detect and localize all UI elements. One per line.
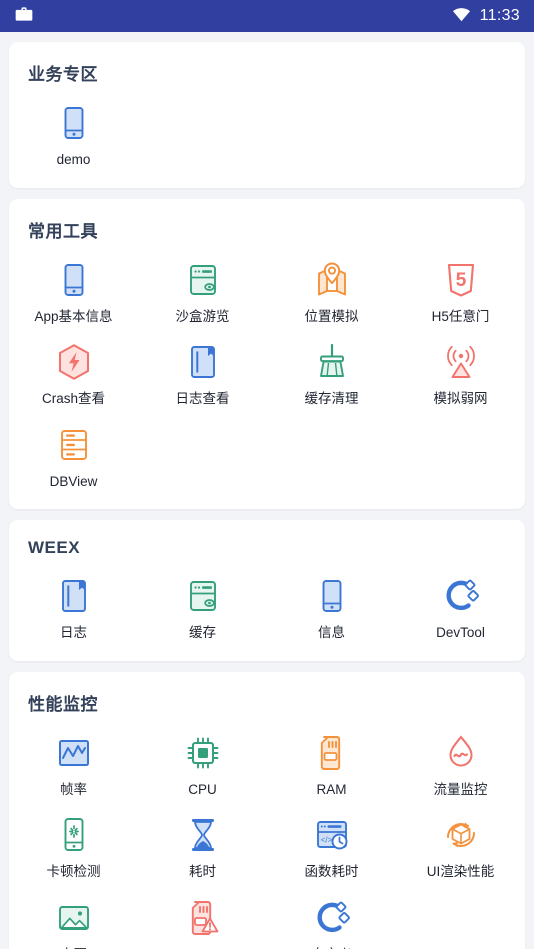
tool-tile[interactable]: 耗时: [138, 807, 267, 890]
tool-tile-label: H5任意门: [431, 308, 490, 324]
tool-tile[interactable]: CPU: [138, 725, 267, 808]
tool-tile-label: DevTool: [436, 625, 485, 641]
tool-tile[interactable]: 缓存: [138, 568, 267, 651]
tool-tile-label: demo: [56, 152, 91, 167]
tool-tile[interactable]: DBView: [9, 417, 138, 500]
tool-tile[interactable]: 帧率: [9, 725, 138, 808]
map-pin-icon: [312, 260, 352, 300]
section-grid-common-tools: App基本信息 沙盒游览 位置模拟 5 H5任意门 Crash查看 日志查看 缓存清理 模拟弱网…: [9, 252, 525, 500]
status-bar-clock: 11:33: [479, 7, 520, 24]
tool-tile[interactable]: RAM: [267, 725, 396, 808]
status-bar-right: 11:33: [452, 6, 520, 27]
phone-icon: [54, 260, 94, 300]
phone-icon: [54, 103, 94, 143]
tool-tile-label: UI渲染性能: [426, 864, 495, 880]
magnet-icon: [441, 576, 481, 616]
signal-tower-icon: [441, 342, 481, 382]
section-card-business-zone: 业务专区 demo: [9, 42, 525, 188]
tool-tile[interactable]: 信息: [267, 568, 396, 651]
tool-tile-label: CPU: [188, 781, 217, 797]
memory-warning-icon: [183, 898, 223, 938]
app-root: 11:33 业务专区 demo 常用工具 App基本信息 沙盒游览 位置模拟 5 H5任意门 C…: [0, 0, 534, 949]
book-icon: [183, 342, 223, 382]
tool-tile[interactable]: App基本信息: [9, 252, 138, 335]
tool-tile-label: 模拟弱网: [433, 391, 488, 407]
sections-container: 业务专区 demo 常用工具 App基本信息 沙盒游览 位置模拟 5 H5任意门 Crash查看…: [9, 42, 525, 949]
tool-tile[interactable]: 5 H5任意门: [396, 252, 525, 335]
database-icon: [54, 425, 94, 465]
status-bar: 11:33: [0, 0, 534, 32]
tool-tile-label: 函数耗时: [304, 864, 359, 880]
svg-text:5: 5: [455, 270, 466, 291]
tool-tile-label: Crash查看: [41, 391, 105, 407]
memory-card-icon: [312, 733, 352, 773]
phone-spinner-icon: [54, 815, 94, 855]
tool-tile-label: 耗时: [189, 864, 216, 880]
tool-tile-label: DBView: [49, 473, 98, 489]
html5-shield-icon: 5: [441, 260, 481, 300]
tool-tile[interactable]: 模拟弱网: [396, 334, 525, 417]
tool-tile-label: 流量监控: [433, 781, 488, 797]
status-bar-left: [14, 4, 34, 29]
section-title-business-zone: 业务专区: [28, 65, 98, 84]
tool-tile-label: 帧率: [60, 781, 87, 797]
droplet-wave-icon: [441, 733, 481, 773]
section-title-performance-monitor: 性能监控: [28, 694, 98, 714]
tool-tile-label: 日志查看: [175, 391, 230, 407]
cube-refresh-icon: [441, 815, 481, 855]
book-icon: [54, 576, 94, 616]
code-clock-icon: </>: [312, 815, 352, 855]
tool-tile-label: 缓存清理: [304, 391, 359, 407]
tool-tile[interactable]: 流量监控: [396, 725, 525, 808]
hourglass-icon: [183, 815, 223, 855]
chart-square-icon: [54, 733, 94, 773]
tool-tile[interactable]: Crash查看: [9, 334, 138, 417]
tool-tile-label: 信息: [318, 625, 345, 641]
server-eye-icon: [183, 260, 223, 300]
content-scroll-area[interactable]: 业务专区 demo 常用工具 App基本信息 沙盒游览 位置模拟 5 H5任意门 Crash查看…: [0, 32, 534, 949]
tool-tile[interactable]: 卡顿检测: [9, 807, 138, 890]
tool-tile[interactable]: 位置模拟: [267, 252, 396, 335]
briefcase-icon: [14, 4, 34, 29]
tool-tile-label: 沙盒游览: [175, 308, 230, 324]
tool-tile-label: 卡顿检测: [46, 864, 101, 880]
svg-text:</>: </>: [320, 836, 332, 845]
tool-tile-label: App基本信息: [34, 308, 113, 324]
crash-bolt-icon: [54, 342, 94, 382]
tool-tile[interactable]: 沙盒游览: [138, 252, 267, 335]
section-title-weex: WEEX: [28, 538, 81, 558]
magnet-icon: [312, 898, 352, 938]
tool-tile[interactable]: </> 函数耗时: [267, 807, 396, 890]
cpu-chip-icon: [183, 733, 223, 773]
tool-tile[interactable]: 自定义: [267, 890, 396, 949]
wifi-icon: [452, 6, 471, 27]
tool-tile[interactable]: demo: [9, 95, 138, 178]
image-icon: [54, 898, 94, 938]
tool-tile-label: RAM: [316, 781, 347, 797]
tool-tile-label: 位置模拟: [304, 308, 359, 324]
tool-tile[interactable]: UI渲染性能: [396, 807, 525, 890]
tool-tile[interactable]: 日志: [9, 568, 138, 651]
section-card-common-tools: 常用工具 App基本信息 沙盒游览 位置模拟 5 H5任意门 Crash查看 日志查看 缓存清理…: [9, 198, 525, 510]
broom-icon: [312, 342, 352, 382]
tool-tile-label: 日志: [60, 625, 87, 641]
tool-tile[interactable]: 大图: [9, 890, 138, 949]
tool-tile[interactable]: 缓存清理: [267, 334, 396, 417]
section-card-performance-monitor: 性能监控帧率 CPU RAM 流量监控卡顿检测 耗时 </> 函数耗时 UI渲染性能大图Lea…: [9, 671, 525, 949]
section-grid-business-zone: demo: [9, 95, 525, 178]
section-card-weex: WEEX 日志 缓存 信息 DevTool: [9, 520, 525, 661]
tool-tile[interactable]: LeakCanary: [138, 890, 267, 949]
section-grid-performance-monitor: 帧率 CPU RAM 流量监控卡顿检测 耗时 </> 函数耗时 UI渲染性能大图LeakCan…: [9, 725, 525, 949]
server-eye-icon: [183, 576, 223, 616]
phone-icon: [312, 576, 352, 616]
tool-tile[interactable]: DevTool: [396, 568, 525, 651]
tool-tile[interactable]: 日志查看: [138, 334, 267, 417]
section-grid-weex: 日志 缓存 信息 DevTool: [9, 568, 525, 651]
section-title-common-tools: 常用工具: [28, 221, 98, 241]
tool-tile-label: 缓存: [189, 625, 216, 641]
